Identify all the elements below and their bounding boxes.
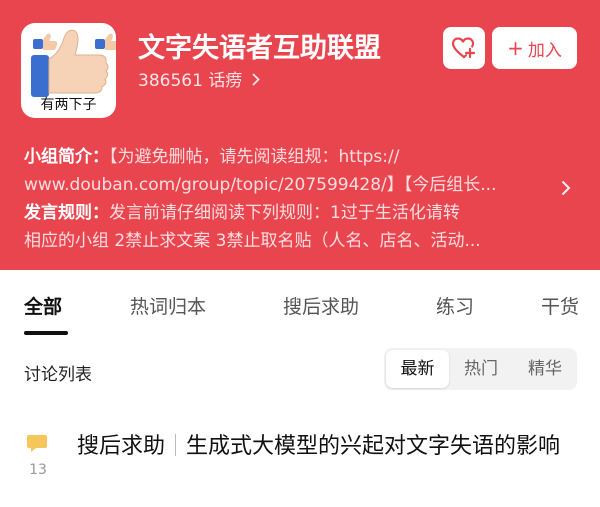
- group-header: 有两下子 文字失语者互助联盟 386561 话痨 + 加入 小组简介：【为避免删…: [0, 0, 600, 270]
- sort-toggle: 最新 热门 精华: [384, 348, 577, 390]
- post-title-text: 生成式大模型的兴起对文字失语的影响: [186, 434, 561, 459]
- tab-bar: 全部 热词归本 搜后求助 练习 干货: [0, 270, 600, 342]
- intro-label: 小组简介：: [24, 147, 109, 167]
- group-name: 文字失语者互助联盟: [138, 33, 381, 64]
- list-item[interactable]: 13 搜后求助 生成式大模型的兴起对文字失语的影响: [0, 420, 600, 507]
- tab-practice[interactable]: 练习: [436, 292, 474, 319]
- discussion-list-title: 讨论列表: [24, 365, 92, 385]
- heart-plus-icon: [452, 37, 476, 59]
- posting-rules-line2[interactable]: 相应的小组 2禁止求文案 3禁止取名贴（人名、店名、活动...: [24, 226, 559, 251]
- sort-featured[interactable]: 精华: [513, 348, 577, 390]
- chevron-right-icon: [252, 71, 260, 91]
- join-label: 加入: [527, 40, 562, 61]
- member-count-link[interactable]: 386561 话痨: [138, 66, 260, 91]
- rules-label: 发言规则：: [24, 203, 109, 223]
- intro-text-line1: 【为避免删帖，请先阅读组规：https://: [109, 147, 400, 167]
- chevron-right-icon[interactable]: [561, 180, 571, 200]
- tab-dry-goods[interactable]: 干货: [541, 292, 579, 319]
- tab-search-help[interactable]: 搜后求助: [283, 292, 359, 319]
- group-intro-line2[interactable]: www.douban.com/group/topic/207599428/】【今…: [24, 170, 559, 195]
- favorite-button[interactable]: [443, 27, 485, 69]
- comment-count: 13: [29, 462, 47, 478]
- posting-rules-line1[interactable]: 发言规则：发言前请仔细阅读下列规则：1过于生活化请转: [24, 198, 559, 223]
- plus-icon: +: [507, 36, 524, 60]
- sort-hot[interactable]: 热门: [449, 348, 513, 390]
- member-count: 386561: [138, 71, 203, 91]
- post-tag: 搜后求助: [77, 434, 166, 459]
- group-avatar[interactable]: 有两下子: [21, 23, 116, 118]
- avatar-caption: 有两下子: [40, 97, 97, 113]
- member-label: 话痨: [208, 71, 243, 91]
- divider: [175, 434, 177, 456]
- tab-hot-words[interactable]: 热词归本: [130, 292, 206, 319]
- group-intro-line1[interactable]: 小组简介：【为避免删帖，请先阅读组规：https://: [24, 142, 559, 167]
- active-tab-indicator: [24, 331, 68, 335]
- comment-bubble-icon: [26, 434, 48, 458]
- tab-all[interactable]: 全部: [24, 292, 62, 319]
- rules-text-line1: 发言前请仔细阅读下列规则：1过于生活化请转: [109, 203, 460, 223]
- sort-latest[interactable]: 最新: [386, 350, 449, 388]
- join-button[interactable]: + 加入: [492, 27, 577, 69]
- post-title[interactable]: 搜后求助 生成式大模型的兴起对文字失语的影响: [77, 430, 577, 464]
